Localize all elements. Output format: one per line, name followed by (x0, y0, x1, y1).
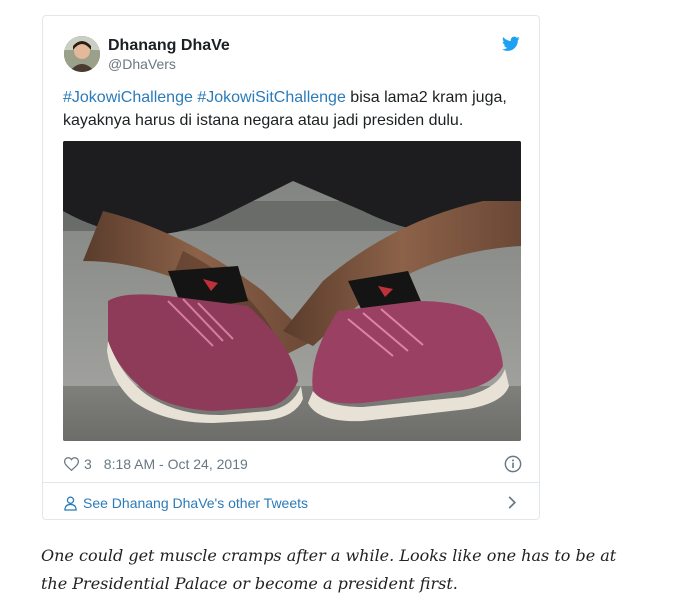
see-other-tweets-link[interactable]: See Dhanang DhaVe's other Tweets (64, 495, 308, 511)
chevron-right-icon[interactable] (507, 495, 517, 510)
tweet-meta: 3 8:18 AM - Oct 24, 2019 (64, 454, 522, 474)
hashtag-link[interactable]: #JokowiSitChallenge (197, 89, 346, 106)
tweet-timestamp[interactable]: 8:18 AM - Oct 24, 2019 (104, 456, 248, 472)
hashtag-link[interactable]: #JokowiChallenge (63, 89, 193, 106)
embedded-tweet: Dhanang DhaVe @DhaVers #JokowiChallenge … (42, 15, 540, 520)
avatar[interactable] (64, 36, 100, 72)
tweet-photo[interactable] (63, 141, 521, 441)
article-caption: One could get muscle cramps after a whil… (41, 546, 617, 593)
person-icon (64, 496, 77, 511)
twitter-bird-icon[interactable] (502, 36, 520, 52)
divider (43, 482, 539, 483)
heart-icon[interactable] (64, 457, 79, 471)
author-name[interactable]: Dhanang DhaVe (108, 37, 230, 55)
author-handle[interactable]: @DhaVers (108, 56, 176, 72)
like-count[interactable]: 3 (84, 456, 92, 472)
info-icon[interactable] (504, 455, 522, 473)
tweet-text-line1: bisa lama2 kram juga, (345, 89, 507, 106)
tweet-text: #JokowiChallenge #JokowiSitChallenge bis… (63, 86, 523, 132)
see-other-tweets-label: See Dhanang DhaVe's other Tweets (83, 495, 309, 511)
tweet-text-line2: kayaknya harus di istana negara atau jad… (63, 112, 464, 129)
